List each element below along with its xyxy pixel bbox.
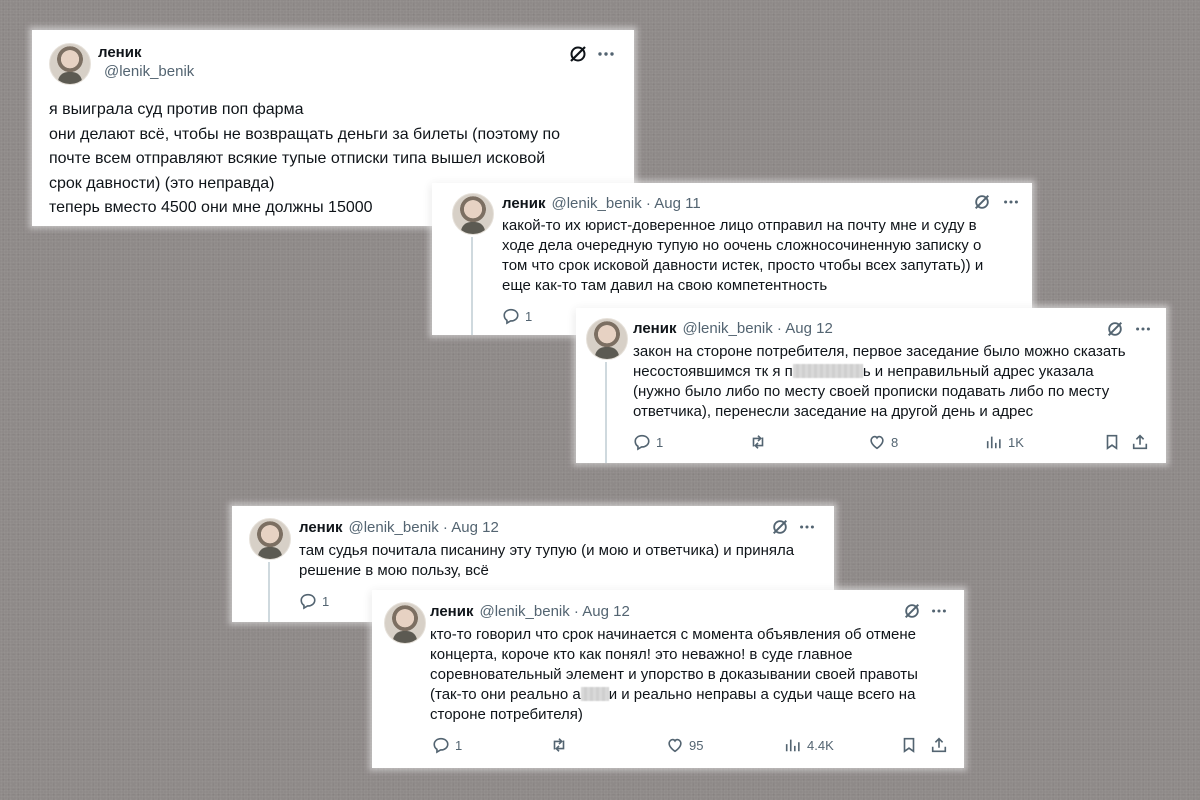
tweet-line: (нужно было либо по месту своей прописки… — [633, 383, 1110, 400]
reply-icon — [634, 434, 650, 451]
tweet-line: почте всем отправляют всякие тупые отпис… — [49, 150, 546, 167]
reply-button[interactable]: 1 — [299, 592, 329, 610]
reply-button[interactable]: 1 — [432, 736, 462, 754]
reply-count: 1 — [455, 737, 463, 753]
grok-icon[interactable] — [568, 44, 588, 64]
avatar[interactable] — [49, 43, 91, 85]
tweet-actions: 1 95 4.4K — [432, 736, 952, 758]
tweet-text: закон на стороне потребителя, первое зас… — [633, 342, 1126, 422]
reply-count: 1 — [322, 593, 330, 609]
tweet-line: я выиграла суд против поп фарма — [49, 101, 304, 118]
tweet-line-part: (так-то они реально а — [430, 686, 581, 703]
more-icon[interactable] — [1002, 193, 1020, 211]
retweet-button[interactable] — [550, 736, 568, 754]
share-button[interactable] — [1131, 433, 1149, 451]
reply-icon — [433, 737, 449, 754]
author-name[interactable]: леник — [98, 44, 194, 61]
views-button[interactable]: 1K — [985, 433, 1024, 451]
tweet-line: какой-то их юрист-доверенное лицо отправ… — [502, 217, 977, 234]
share-icon — [931, 737, 947, 753]
tweet-text: там судья почитала писанину эту тупую (и… — [299, 541, 794, 581]
tweet-line-part: и и реально неправы а судьи чаще всего н… — [608, 686, 916, 703]
tweet-text: кто-то говорил что срок начинается с мом… — [430, 625, 918, 725]
avatar[interactable] — [586, 318, 628, 360]
tweet-line: кто-то говорил что срок начинается с мом… — [430, 626, 916, 643]
tweet-line: там судья почитала писанину эту тупую (и… — [299, 542, 795, 559]
bookmark-icon — [903, 737, 915, 753]
tweet-line: еще как-то там давил на свою компетентно… — [502, 277, 828, 294]
tweet-card-3: леник @lenik_benik · Aug 12 закон на стор… — [576, 308, 1166, 463]
tweet-line: ответчика), перенесли заседание на друго… — [633, 403, 1034, 420]
bookmark-button[interactable] — [1103, 433, 1121, 451]
author-name[interactable]: леник — [299, 519, 342, 536]
reply-icon — [300, 593, 316, 610]
reply-count: 1 — [525, 308, 533, 324]
redacted-blur — [580, 687, 609, 701]
more-icon[interactable] — [798, 518, 816, 536]
tweet-card-5: леник @lenik_benik · Aug 12 кто-то говори… — [372, 590, 964, 768]
avatar[interactable] — [452, 193, 494, 235]
tweet-line: закон на стороне потребителя, первое зас… — [633, 343, 1126, 360]
more-icon[interactable] — [930, 602, 948, 620]
grok-icon[interactable] — [771, 518, 789, 536]
retweet-icon — [553, 738, 565, 752]
retweet-button[interactable] — [749, 433, 767, 451]
avatar[interactable] — [384, 602, 426, 644]
thread-line — [268, 562, 270, 622]
views-icon — [785, 739, 800, 752]
author-handle[interactable]: @lenik_benik — [104, 63, 194, 80]
share-icon — [1132, 434, 1148, 450]
tweet-actions: 1 8 1K — [633, 433, 1153, 455]
tweet-line: стороне потребителя) — [430, 706, 583, 723]
tweet-line-part: несостоявшимся тк я п — [633, 363, 793, 380]
bookmark-button[interactable] — [900, 736, 918, 754]
thread-line — [471, 237, 473, 335]
tweet-line-part: ь и неправильный адрес указала — [862, 363, 1094, 380]
author-handle-date[interactable]: @lenik_benik · Aug 12 — [479, 603, 629, 620]
thread-line — [605, 362, 607, 463]
more-icon[interactable] — [596, 44, 616, 64]
reply-count: 1 — [656, 434, 664, 450]
heart-icon — [668, 738, 682, 753]
author-handle-date[interactable]: @lenik_benik · Aug 12 — [348, 519, 498, 536]
views-button[interactable]: 4.4K — [784, 736, 834, 754]
tweet-line: соревновательный элемент и упорство в до… — [430, 666, 918, 683]
like-count: 95 — [689, 737, 704, 753]
bookmark-icon — [1106, 434, 1118, 450]
like-button[interactable]: 8 — [868, 433, 898, 451]
author-name[interactable]: леник — [430, 603, 473, 620]
views-icon — [986, 436, 1001, 449]
reply-button[interactable]: 1 — [633, 433, 663, 451]
author-name[interactable]: леник — [633, 320, 676, 337]
grok-icon[interactable] — [903, 602, 921, 620]
tweet-line: концерта, короче кто как понял! это нева… — [430, 646, 853, 663]
tweet-line: решение в мою пользу, всё — [299, 562, 489, 579]
tweet-line: ходе дела очередную тупую но оочень слож… — [502, 237, 982, 254]
heart-icon — [870, 435, 884, 450]
tweet-text: какой-то их юрист-доверенное лицо отправ… — [502, 216, 983, 296]
tweet-line: они делают всё, чтобы не возвращать день… — [49, 125, 561, 143]
reply-icon — [503, 308, 519, 325]
views-count: 1K — [1008, 434, 1024, 450]
like-button[interactable]: 95 — [666, 736, 703, 754]
avatar[interactable] — [249, 518, 291, 560]
author-handle-date[interactable]: @lenik_benik · Aug 12 — [682, 320, 832, 337]
author-handle-date[interactable]: @lenik_benik · Aug 11 — [551, 195, 700, 212]
grok-icon[interactable] — [973, 193, 991, 211]
reply-button[interactable]: 1 — [502, 307, 532, 325]
grok-icon[interactable] — [1106, 320, 1124, 338]
share-button[interactable] — [930, 736, 948, 754]
more-icon[interactable] — [1134, 320, 1152, 338]
like-count: 8 — [891, 434, 899, 450]
views-count: 4.4K — [807, 737, 834, 753]
redacted-blur — [792, 364, 863, 378]
author-name[interactable]: леник — [502, 195, 545, 212]
retweet-icon — [752, 435, 764, 449]
tweet-line: том что срок исковой давности истек, про… — [502, 257, 984, 274]
